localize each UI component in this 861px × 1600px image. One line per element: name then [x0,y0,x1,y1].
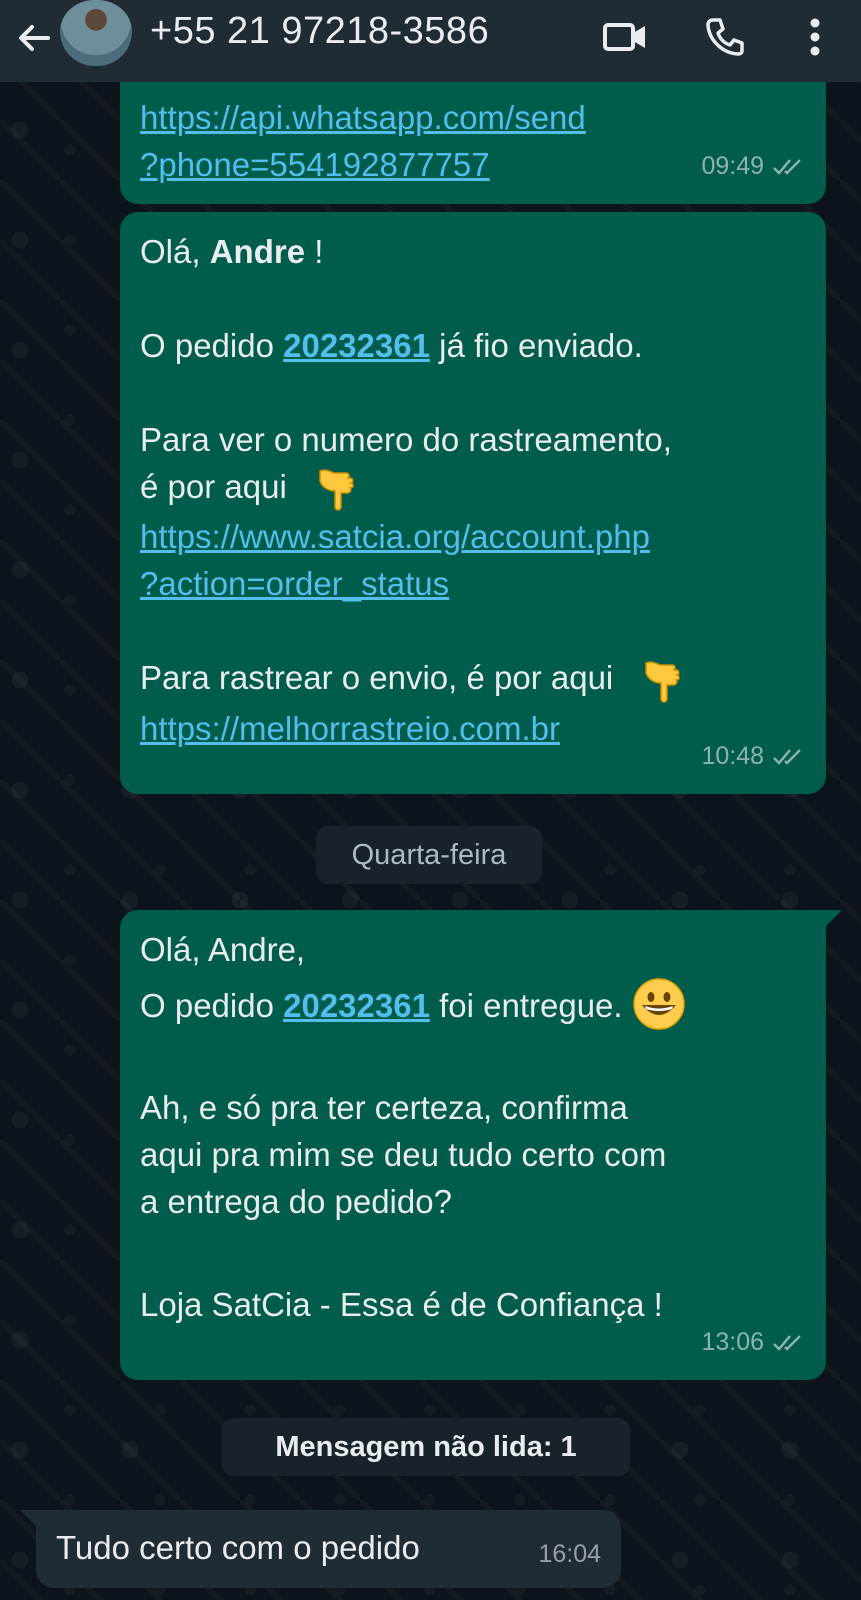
back-button[interactable] [12,16,56,60]
bubble-tail [20,1510,38,1528]
message-line: aqui pra mim se deu tudo certo com [140,1136,667,1174]
message-bubble-outgoing[interactable]: https://api.whatsapp.com/send ?phone=554… [120,82,826,204]
message-meta: 13:06 [701,1319,806,1366]
message-line: Ah, e só pra ter certeza, confirma [140,1089,628,1127]
order-number-link[interactable]: 20232361 [283,987,430,1024]
message-meta: 10:48 [701,733,806,780]
message-line: O pedido 20232361 foi entregue. [140,978,810,1031]
video-call-icon [603,23,645,51]
pointing-down-hand-icon [645,661,681,703]
message-line: Olá, Andre, [140,931,306,968]
chat-header: +55 21 97218-3586 [0,0,861,82]
order-number-link[interactable]: 20232361 [283,327,430,364]
message-line: é por aqui [140,463,810,513]
shipping-link[interactable]: https://melhorrastreio.com.br [140,710,560,747]
bubble-tail [824,910,842,928]
video-call-button[interactable] [600,12,650,62]
more-options-icon [810,18,820,56]
grinning-face-icon [633,978,685,1031]
more-options-button[interactable] [790,12,840,62]
tracking-link[interactable]: https://www.satcia.org/account.php [140,518,650,555]
message-meta: 09:49 [701,143,806,190]
message-line: Olá, Andre ! [140,233,324,270]
message-link[interactable]: https://api.whatsapp.com/send [140,99,586,136]
message-time: 16:04 [538,1540,601,1568]
pointing-down-hand-icon [319,469,354,512]
message-time: 09:49 [701,152,764,180]
message-line: Para ver o numero do rastreamento, [140,421,672,458]
message-bubble-incoming[interactable]: Tudo certo com o pedido 16:04 [20,1510,621,1588]
message-meta: 16:04 [538,1531,601,1578]
message-line: Para rastrear o envio, é por aqui [140,654,810,704]
message-text: Tudo certo com o pedido [56,1529,420,1566]
read-ticks-icon [773,1334,801,1351]
message-link[interactable]: ?phone=554192877757 [140,146,490,183]
message-line: a entrega do pedido? [140,1183,452,1221]
unread-messages-separator: Mensagem não lida: 1 [222,1418,630,1476]
tracking-link[interactable]: ?action=order_status [140,565,449,602]
message-bubble-outgoing[interactable]: Olá, Andre, O pedido 20232361 foi entreg… [120,910,842,1380]
message-line: O pedido 20232361 já fio enviado. [140,327,643,364]
read-ticks-icon [773,748,801,765]
date-separator: Quarta-feira [316,826,542,884]
avatar[interactable] [60,0,132,66]
read-ticks-icon [773,158,801,175]
contact-title[interactable]: +55 21 97218-3586 [150,10,489,53]
message-time: 10:48 [701,742,764,770]
voice-call-button[interactable] [700,12,750,62]
voice-call-icon [706,18,744,56]
back-arrow-icon [19,25,50,51]
message-time: 13:06 [701,1328,764,1356]
message-bubble-outgoing[interactable]: Olá, Andre ! O pedido 20232361 já fio en… [120,212,826,794]
